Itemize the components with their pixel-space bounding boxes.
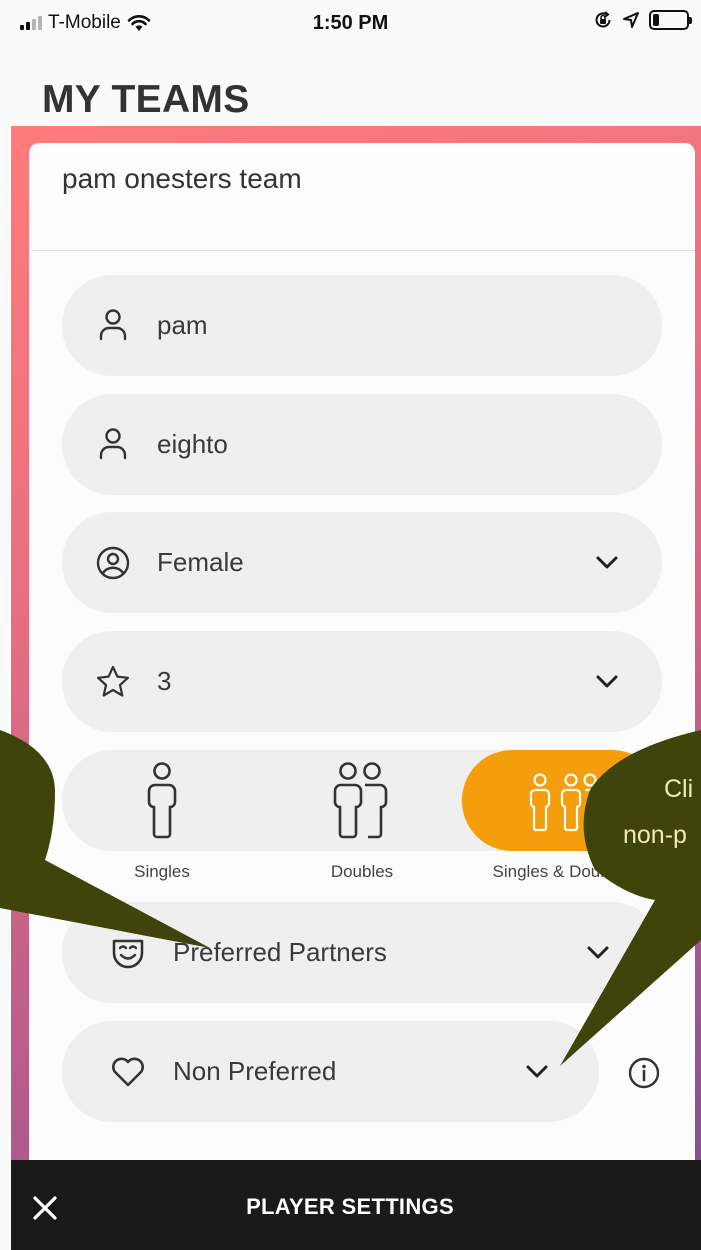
gender-icon (96, 546, 130, 579)
person-icon (99, 427, 127, 459)
mode-label-doubles: Doubles (330, 862, 394, 881)
tooltip-text-line1: Cli (664, 775, 694, 803)
divider (33, 250, 695, 251)
last-name-field[interactable]: eighto (62, 394, 662, 495)
person-icon (99, 308, 127, 340)
page-title: MY TEAMS (42, 78, 250, 121)
bottom-bar-title: PLAYER SETTINGS (246, 1194, 454, 1219)
first-name-value: pam (157, 310, 208, 340)
tooltip-bubble-left (0, 730, 210, 948)
location-arrow-icon (623, 12, 639, 28)
chevron-down-icon (596, 556, 618, 568)
gender-value: Female (157, 547, 244, 577)
gender-select[interactable]: Female (62, 512, 662, 613)
last-name-value: eighto (157, 429, 228, 459)
non-preferred-select[interactable]: Non Preferred (62, 1021, 599, 1122)
status-bar: T-Mobile 1:50 PM (0, 0, 701, 48)
heart-icon (112, 1057, 144, 1086)
rating-value: 3 (157, 666, 172, 696)
first-name-field[interactable]: pam (62, 275, 662, 376)
rotation-lock-icon (595, 11, 611, 28)
rating-select[interactable]: 3 (62, 631, 662, 732)
two-players-icon[interactable] (328, 760, 394, 840)
battery-icon (649, 10, 692, 30)
status-right (593, 10, 692, 30)
chevron-down-icon (526, 1065, 548, 1077)
star-icon (96, 665, 130, 697)
tooltip-text-line2: non-p (623, 821, 687, 849)
team-name: pam onesters team (62, 163, 302, 194)
non-preferred-label: Non Preferred (173, 1056, 337, 1086)
team-card: pam onesters team pam eighto Female 3 Si… (29, 143, 695, 1250)
chevron-down-icon (596, 675, 618, 687)
